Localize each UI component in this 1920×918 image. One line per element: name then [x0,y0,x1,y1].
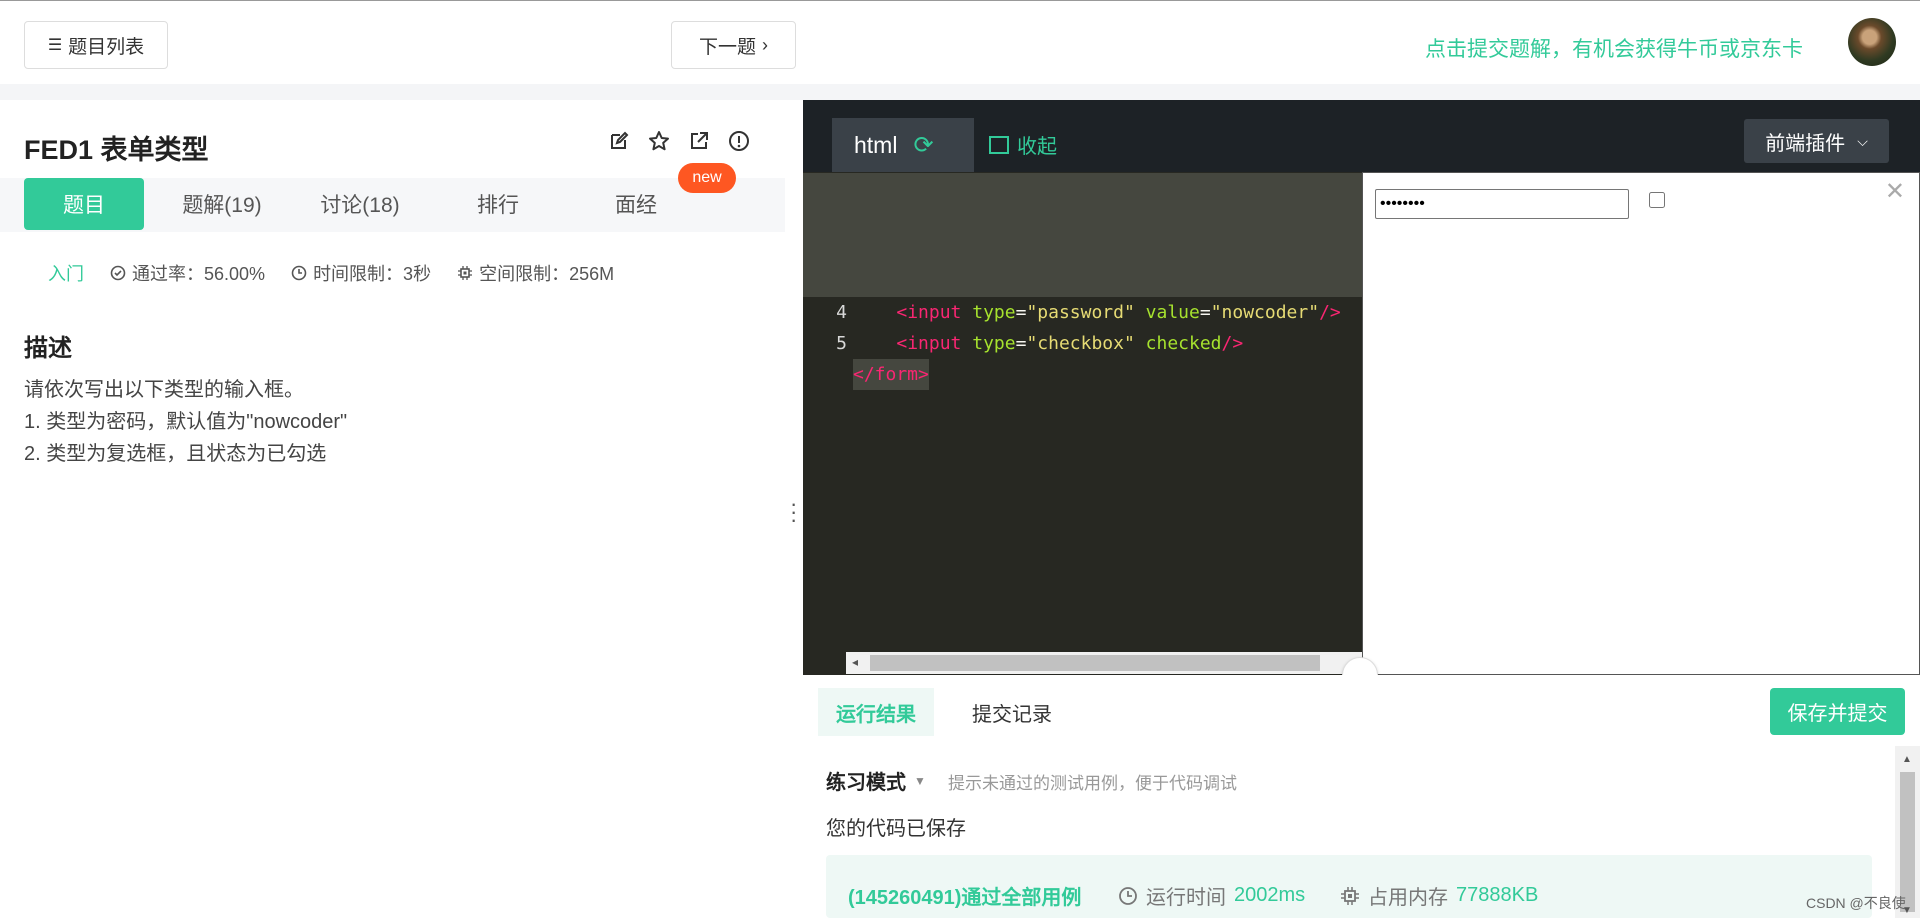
title-actions [608,130,750,152]
clock-icon [1119,886,1137,905]
mode-label: 练习模式 [826,772,906,794]
description-line: 1. 类型为密码，默认值为"nowcoder" [24,411,348,433]
code-line: 5 </form> [803,297,1362,390]
description-body: 请依次写出以下类型的输入框。 1. 类型为密码，默认值为"nowcoder" 2… [24,374,347,470]
saved-message: 您的代码已保存 [826,818,966,840]
tab-discussion[interactable]: 讨论(18) [298,178,422,230]
chevron-right-icon: › [762,34,768,55]
problem-meta: 入门 通过率：56.00% 时间限制：3秒 空间限制：256M [48,260,614,286]
code-line: 1 <form> [803,173,1362,261]
problem-title: FED1 表单类型 [24,135,209,165]
scrollbar-thumb[interactable] [870,655,1320,671]
frontend-plugin-dropdown[interactable]: 前端插件 ⌵ [1744,119,1889,163]
pass-status: (145260491)通过全部用例 [848,887,1082,909]
chevron-down-icon: ⌵ [1857,132,1868,149]
plugin-label: 前端插件 [1765,132,1846,155]
run-time: 运行时间 2002ms [1118,881,1305,910]
mode-selector[interactable]: 练习模式 ▼ [826,766,926,795]
code-text: <input type="checkbox" checked/> [896,333,1244,354]
save-submit-button[interactable]: 保存并提交 [1770,688,1905,735]
preview-pane: ✕ [1362,172,1920,675]
pass-rate: 通过率：56.00% [110,260,265,286]
description-line: 请依次写出以下类型的输入框。 [24,379,304,401]
description-line: 2. 类型为复选框，且状态为已勾选 [24,443,327,465]
collapse-button[interactable]: 收起 [989,130,1057,159]
panel-icon [989,135,1009,154]
chip-icon [458,266,473,280]
scroll-left-icon[interactable]: ◂ [852,655,858,669]
chip-icon [1341,886,1359,905]
share-icon[interactable] [688,130,710,152]
tab-ranking[interactable]: 排行 [436,178,560,230]
new-badge: new [678,163,736,193]
problem-tabs: 题目 题解(19) 讨论(18) 排行 面经 [0,178,785,232]
tab-solutions[interactable]: 题解(19) [160,178,284,230]
time-limit-text: 时间限制：3秒 [313,264,432,284]
panel-resize-handle[interactable]: · · · [790,493,797,531]
file-tab-html[interactable]: html ⟳ [832,118,974,172]
line-number: 5 [836,333,847,354]
editor-horizontal-scrollbar[interactable]: ◂ ▸ [846,652,1362,674]
description-heading: 描述 [24,335,72,362]
time-limit: 时间限制：3秒 [291,260,431,286]
next-problem-button[interactable]: 下一题 › [671,21,796,69]
code-text: </form> [853,359,929,390]
memory-limit: 空间限制：256M [457,260,614,286]
scroll-up-icon[interactable]: ▲ [1902,754,1912,765]
problem-list-button[interactable]: ☰ 题目列表 [24,21,168,69]
caret-down-icon: ▼ [914,773,926,788]
collapse-label: 收起 [1017,136,1057,158]
code-line: 3 <input type="password" value="nowcoder… [803,235,1362,323]
watermark: CSDN @不良使 [1806,895,1906,911]
header-divider [0,84,1920,100]
run-time-value: 2002ms [1234,884,1306,906]
run-time-label: 运行时间 [1146,887,1226,909]
code-line: 2 <!-- 补全代码 --> [803,204,1362,292]
difficulty-level: 入门 [48,264,84,284]
star-icon[interactable] [648,130,670,152]
refresh-icon[interactable]: ⟳ [913,131,933,160]
preview-checkbox[interactable] [1649,192,1665,208]
memory-limit-text: 空间限制：256M [479,264,615,284]
pass-rate-text: 通过率：56.00% [132,264,266,284]
promo-link[interactable]: 点击提交题解，有机会获得牛币或京东卡 [1425,33,1803,63]
memory-value: 77888KB [1456,884,1539,906]
preview-password-input[interactable] [1375,189,1629,219]
clock-icon [291,265,307,281]
code-editor[interactable]: 1 <form> 2 <!-- 补全代码 --> 3 <input type="… [803,172,1362,675]
file-tab-label: html [854,131,898,158]
close-icon[interactable]: ✕ [1885,177,1905,206]
mode-hint: 提示未通过的测试用例，便于代码调试 [948,774,1237,793]
memory-usage: 占用内存 77888KB [1340,881,1538,910]
report-icon[interactable] [728,130,750,152]
tab-problem[interactable]: 题目 [24,178,144,230]
tab-run-result[interactable]: 运行结果 [818,688,934,736]
edit-icon[interactable] [608,130,630,152]
code-line: 4 <input type="checkbox" checked/> [803,266,1362,354]
next-problem-label: 下一题 [698,36,756,58]
problem-list-label: 题目列表 [68,36,145,58]
avatar[interactable] [1848,18,1896,66]
memory-label: 占用内存 [1368,887,1448,909]
tab-submit-history[interactable]: 提交记录 [954,688,1070,736]
scrollbar-thumb[interactable] [1900,772,1915,912]
list-icon: ☰ [47,37,63,54]
check-circle-icon [110,265,126,281]
